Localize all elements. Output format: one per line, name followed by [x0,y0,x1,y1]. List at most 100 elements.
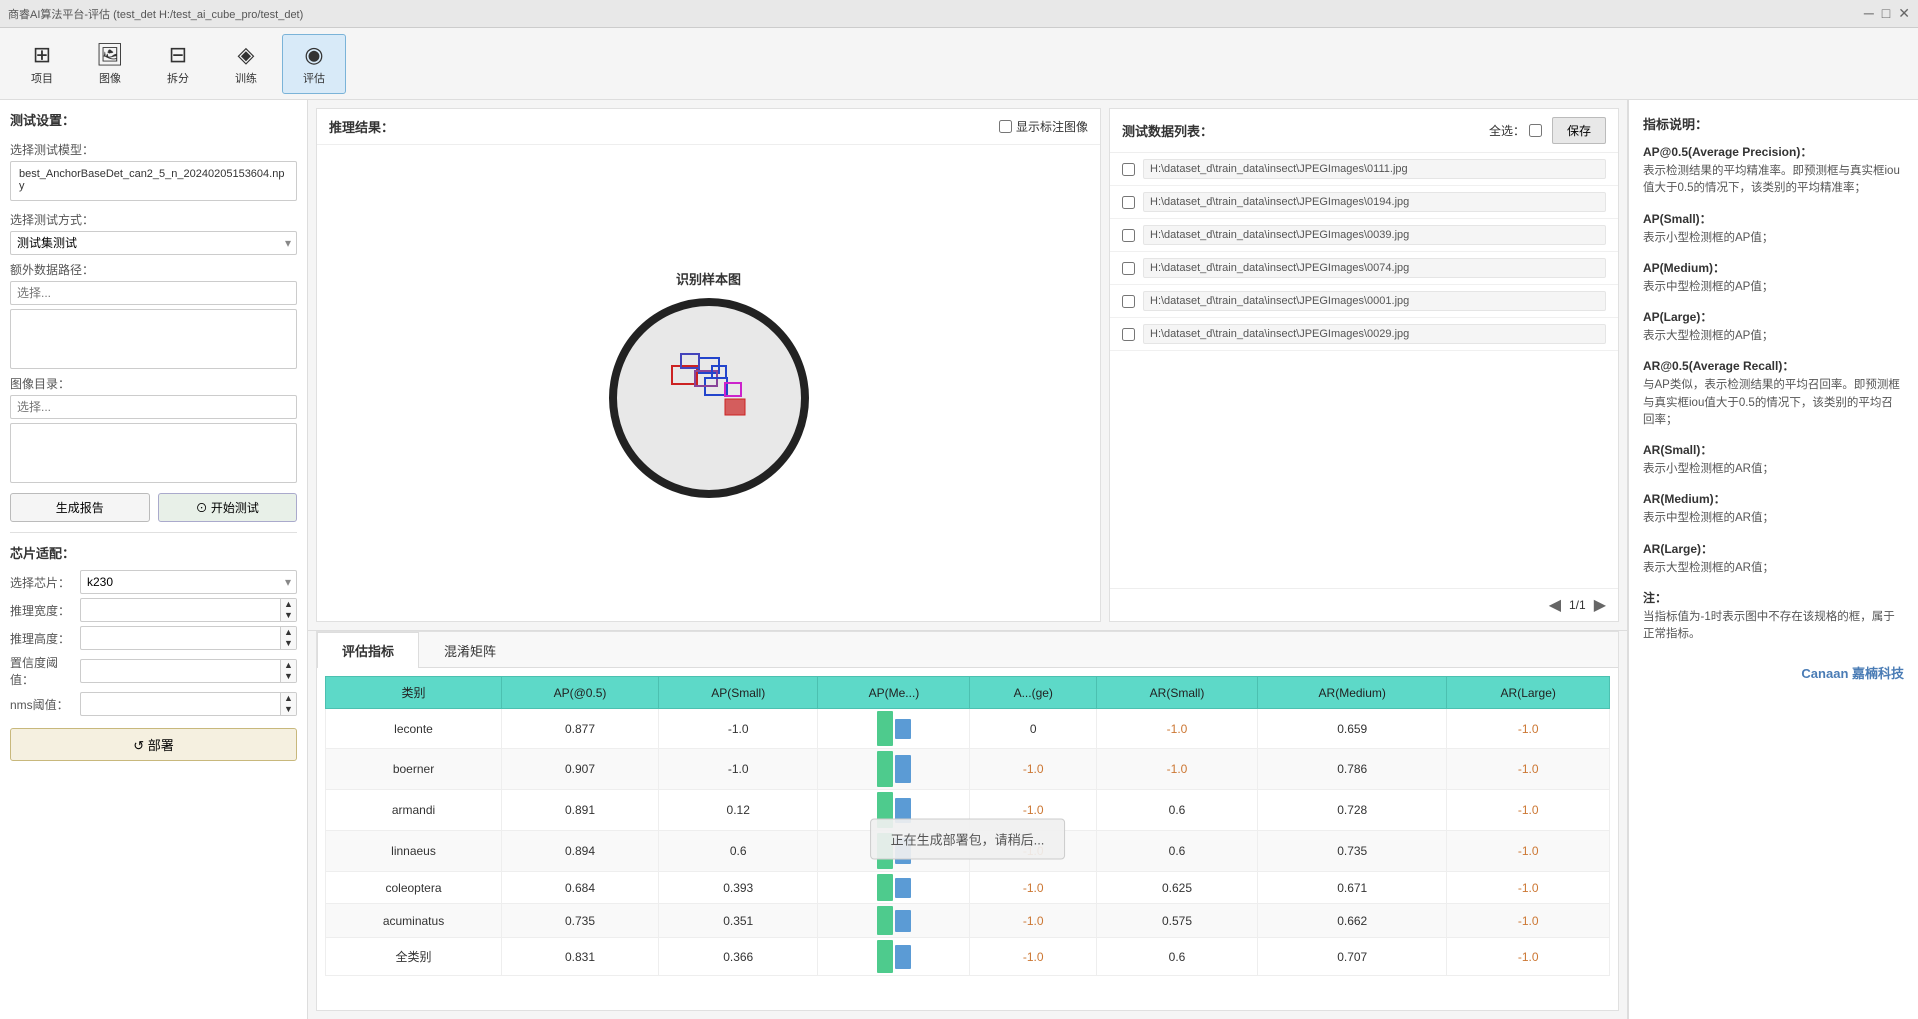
metrics-explain-item: 注：当指标值为-1时表示图中不存在该规格的框，属于正常指标。 [1643,589,1904,644]
table-cell: 0.707 [1258,938,1447,976]
minimize-btn[interactable]: ─ [1864,5,1874,22]
table-cell: 0.684 [502,872,659,904]
select-all-checkbox[interactable] [1529,124,1542,137]
metrics-explain-desc: 表示检测结果的平均精准率。即预测框与真实框iou值大于0.5的情况下，该类别的平… [1643,163,1904,198]
metrics-explain-desc: 表示中型检测框的AR值； [1643,510,1904,527]
toolbar-btn-train[interactable]: ◈训练 [214,34,278,94]
table-cell: 0.625 [1097,872,1258,904]
confidence-down-btn[interactable]: ▼ [280,671,296,682]
start-test-btn[interactable]: ⊙ 开始测试 [158,493,298,522]
metrics-explain-name: AP(Large)： [1643,308,1904,325]
metrics-explain-name: AR@0.5(Average Recall)： [1643,357,1904,374]
metrics-explain-item: AP(Large)：表示大型检测框的AP值； [1643,308,1904,345]
bar-element [895,719,911,739]
generate-report-btn[interactable]: 生成报告 [10,493,150,522]
metrics-explain-desc: 表示大型检测框的AR值； [1643,560,1904,577]
confidence-row: 置信度阈值： 0.25 ▲ ▼ [10,654,297,688]
bar-element [877,751,893,787]
metrics-table-wrap: 类别AP(@0.5)AP(Small)AP(Me...)A...(ge)AR(S… [317,668,1618,1010]
select-model-label: 选择测试模型： [10,141,297,158]
image-dir-textarea[interactable] [10,423,297,483]
toolbar-btn-project[interactable]: ⊞项目 [10,34,74,94]
select-chip-label: 选择芯片： [10,574,80,591]
infer-width-row: 推理宽度： 512 ▲ ▼ [10,598,297,622]
nms-row: nms阈值： 0.60 ▲ ▼ [10,692,297,716]
metrics-explain-item: AP@0.5(Average Precision)：表示检测结果的平均精准率。即… [1643,143,1904,198]
save-btn[interactable]: 保存 [1552,117,1606,144]
nms-up-btn[interactable]: ▲ [280,693,296,704]
show-labels-checkbox[interactable] [999,120,1012,133]
table-row: acuminatus0.7350.351-1.00.5750.662-1.0 [326,904,1610,938]
table-cell: 0.728 [1258,790,1447,831]
table-row: 全类别0.8310.366-1.00.60.707-1.0 [326,938,1610,976]
infer-width-up-btn[interactable]: ▲ [280,599,296,610]
tab-confusion[interactable]: 混淆矩阵 [419,632,521,668]
close-btn[interactable]: ✕ [1898,5,1910,22]
extra-data-textarea[interactable] [10,309,297,369]
test-method-select-row: 测试集测试 ▾ [10,231,297,255]
data-item-checkbox-5[interactable] [1122,328,1135,341]
titlebar-controls: ─ □ ✕ [1864,5,1910,22]
pagination: ◀ 1/1 ▶ [1110,588,1618,621]
sample-image-container: 识别样本图 [609,269,809,498]
data-item-checkbox-1[interactable] [1122,196,1135,209]
table-cell: -1.0 [658,749,818,790]
bar-element [895,910,911,932]
table-cell: 0.6 [1097,938,1258,976]
infer-width-stepper: ▲ ▼ [280,599,296,621]
infer-height-up-btn[interactable]: ▲ [280,627,296,638]
extra-data-input[interactable] [10,281,297,305]
table-cell-bar [818,872,970,904]
toolbar-btn-split[interactable]: ⊟拆分 [146,34,210,94]
nms-down-btn[interactable]: ▼ [280,704,296,715]
nms-input[interactable]: 0.60 [81,694,280,714]
infer-height-input[interactable]: 512 [81,628,280,648]
image-dir-input[interactable] [10,395,297,419]
show-labels-checkbox-label[interactable]: 显示标注图像 [999,118,1088,135]
toolbar-btn-image[interactable]: 🖼图像 [78,34,142,94]
inference-header: 推理结果： 显示标注图像 [317,109,1100,145]
select-all-text: 全选： [1489,122,1525,139]
prev-page-btn[interactable]: ◀ [1549,595,1561,615]
infer-height-input-wrap: 512 ▲ ▼ [80,626,297,650]
test-method-select[interactable]: 测试集测试 [10,231,297,255]
metrics-explain-desc: 与AP类似，表示检测结果的平均召回率。即预测框与真实框iou值大于0.5的情况下… [1643,377,1904,429]
page-info: 1/1 [1569,598,1586,612]
infer-height-down-btn[interactable]: ▼ [280,638,296,649]
table-cell: coleoptera [326,872,502,904]
table-cell: 0.659 [1258,709,1447,749]
table-cell: -1.0 [1097,709,1258,749]
chip-select[interactable]: k230 [80,570,297,594]
select-chip-row: 选择芯片： k230 ▾ [10,570,297,594]
table-cell: 0.894 [502,831,659,872]
data-list-item: H:\dataset_d\train_data\insect\JPEGImage… [1110,186,1618,219]
evaluate-icon: ◉ [304,42,323,68]
confidence-up-btn[interactable]: ▲ [280,660,296,671]
confidence-input[interactable]: 0.25 [81,661,280,681]
data-item-checkbox-0[interactable] [1122,163,1135,176]
table-header-cell: AP(Small) [658,677,818,709]
infer-width-input[interactable]: 512 [81,600,280,620]
inference-header-title: 推理结果： [329,117,394,136]
data-item-path-5: H:\dataset_d\train_data\insect\JPEGImage… [1143,324,1606,344]
table-cell: 0.786 [1258,749,1447,790]
toolbar-btn-evaluate[interactable]: ◉评估 [282,34,346,94]
data-item-path-4: H:\dataset_d\train_data\insect\JPEGImage… [1143,291,1606,311]
select-all-label[interactable]: 全选： [1489,122,1542,139]
infer-height-label: 推理高度： [10,630,80,647]
left-panel: 测试设置： 选择测试模型： best_AnchorBaseDet_can2_5_… [0,100,308,1019]
data-list-item: H:\dataset_d\train_data\insect\JPEGImage… [1110,285,1618,318]
next-page-btn[interactable]: ▶ [1594,595,1606,615]
tab-evaluate[interactable]: 评估指标 [317,632,419,668]
table-cell: armandi [326,790,502,831]
table-cell: 0.907 [502,749,659,790]
table-cell: 0.831 [502,938,659,976]
chip-select-wrap: k230 ▾ [80,570,297,594]
infer-width-down-btn[interactable]: ▼ [280,610,296,621]
data-item-checkbox-4[interactable] [1122,295,1135,308]
data-item-checkbox-2[interactable] [1122,229,1135,242]
data-item-checkbox-3[interactable] [1122,262,1135,275]
deploy-btn[interactable]: ↺ 部署 [10,728,297,761]
maximize-btn[interactable]: □ [1882,5,1890,22]
table-cell: 0 [970,709,1097,749]
